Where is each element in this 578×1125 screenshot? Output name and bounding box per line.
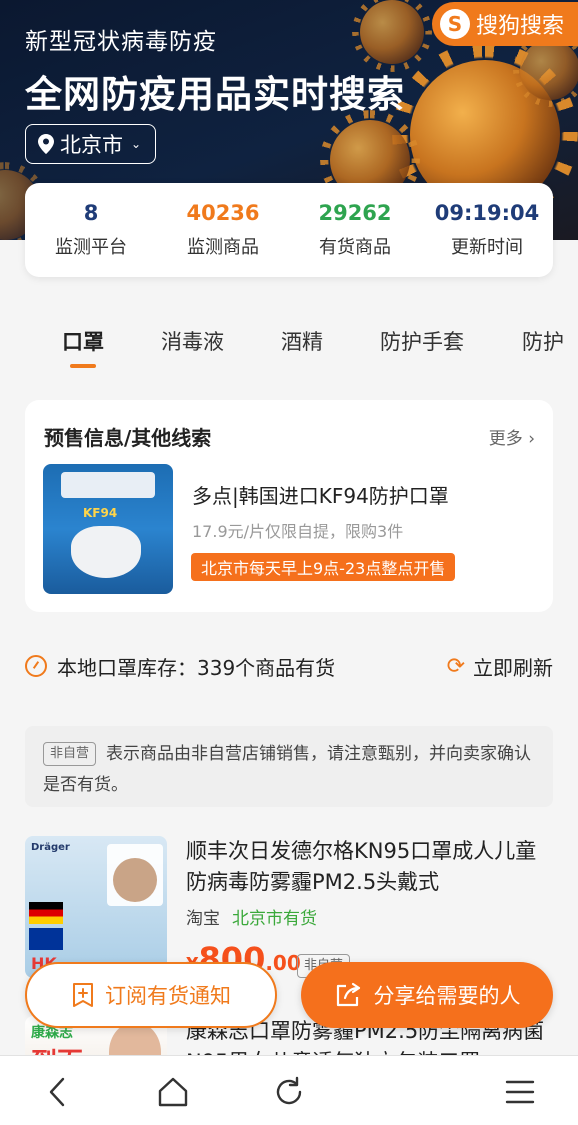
sogou-logo-icon: S: [439, 9, 470, 39]
tab-disinfectant[interactable]: 消毒液: [161, 326, 224, 356]
presale-product-name[interactable]: 多点|韩国进口KF94防护口罩: [192, 480, 449, 509]
tab-alcohol[interactable]: 酒精: [281, 326, 323, 356]
sogou-label: 搜狗搜索: [475, 14, 564, 39]
stock-text: 本地口罩库存：339个商品有货: [57, 655, 336, 680]
home-icon[interactable]: [157, 1076, 189, 1108]
mask-graphic: [71, 526, 141, 578]
city-selector[interactable]: 北京市 ⌄: [25, 124, 157, 164]
banner-subtitle: 新型冠状病毒防疫: [25, 29, 217, 55]
image-tag: 到百: [31, 1042, 83, 1056]
product-shop: 淘宝: [186, 909, 220, 929]
chevron-right-icon: ›: [528, 429, 535, 449]
reload-icon[interactable]: [273, 1076, 305, 1108]
package-label: [61, 472, 155, 498]
virus-illustration: [360, 0, 424, 64]
price-decimal: .00: [265, 951, 301, 975]
product-image[interactable]: Dräger HK: [25, 836, 167, 978]
stat-value: 29262: [318, 201, 392, 225]
notice-text: 表示商品由非自营店铺销售，请注意甄别，并向卖家确认是否有货。: [43, 744, 532, 795]
subscribe-label: 订阅有货通知: [105, 984, 231, 1008]
stat-label: 监测平台: [55, 237, 127, 258]
sogou-search-button[interactable]: S 搜狗搜索: [431, 2, 578, 46]
stat-label: 监测商品: [187, 237, 259, 258]
share-icon: [336, 982, 360, 1007]
stat-label: 有货商品: [319, 237, 391, 258]
presale-more-link[interactable]: 更多 ›: [489, 424, 535, 449]
notice-box: 非自营 表示商品由非自营店铺销售，请注意甄别，并向卖家确认是否有货。: [25, 726, 553, 807]
active-tab-indicator: [70, 364, 96, 368]
bookmark-add-icon: [73, 983, 93, 1007]
stat-update-time: 09:19:04 更新时间: [421, 183, 553, 277]
city-label: 北京市: [60, 133, 123, 157]
back-icon[interactable]: [42, 1076, 74, 1108]
non-self-operated-badge: 非自营: [43, 742, 97, 766]
german-flag-icon: [29, 902, 63, 924]
stats-card: 8 监测平台 40236 监测商品 29262 有货商品 09:19:04 更新…: [25, 183, 553, 277]
stat-platforms: 8 监测平台: [25, 183, 157, 277]
more-label: 更多: [488, 429, 523, 449]
stock-summary: 本地口罩库存：339个商品有货 ⟳ 立即刷新: [25, 650, 553, 682]
share-label: 分享给需要的人: [373, 984, 521, 1008]
location-pin-icon: [38, 134, 54, 154]
presale-sale-time-badge: 北京市每天早上9点-23点整点开售: [191, 553, 456, 581]
tab-protective[interactable]: 防护: [522, 326, 564, 356]
tab-masks[interactable]: 口罩: [62, 326, 104, 356]
presale-card[interactable]: 预售信息/其他线索 更多 › KF94 多点|韩国进口KF94防护口罩 17.9…: [25, 400, 553, 612]
chevron-down-icon: ⌄: [131, 137, 142, 151]
presale-product-image[interactable]: KF94: [43, 464, 173, 594]
stat-value: 40236: [186, 201, 260, 225]
subscribe-notification-button[interactable]: 订阅有货通知: [25, 962, 277, 1028]
gauge-icon: [25, 655, 47, 677]
presale-price-info: 17.9元/片仅限自提，限购3件: [192, 522, 404, 541]
person-graphic: [113, 858, 157, 902]
eu-flag-icon: [29, 928, 63, 950]
tab-gloves[interactable]: 防护手套: [380, 326, 464, 356]
virus-illustration: [520, 40, 578, 100]
product-availability: 北京市有货: [232, 909, 317, 929]
refresh-button[interactable]: ⟳ 立即刷新: [447, 652, 553, 681]
refresh-label: 立即刷新: [473, 655, 553, 680]
stat-label: 更新时间: [451, 237, 523, 258]
browser-toolbar: [0, 1055, 578, 1125]
stat-value: 8: [83, 201, 99, 225]
product-title[interactable]: 顺丰次日发德尔格KN95口罩成人儿童防病毒防雾霾PM2.5头戴式: [186, 836, 553, 898]
presale-title: 预售信息/其他线索: [44, 426, 212, 450]
brand-label: Dräger: [31, 842, 70, 853]
stat-value: 09:19:04: [434, 201, 540, 225]
stat-in-stock: 29262 有货商品: [289, 183, 421, 277]
stat-products: 40236 监测商品: [157, 183, 289, 277]
share-button[interactable]: 分享给需要的人: [301, 962, 553, 1028]
refresh-icon: ⟳: [446, 653, 465, 679]
banner-title: 全网防疫用品实时搜索: [25, 73, 405, 116]
menu-icon[interactable]: [504, 1076, 536, 1108]
image-tag: KF94: [83, 506, 118, 520]
